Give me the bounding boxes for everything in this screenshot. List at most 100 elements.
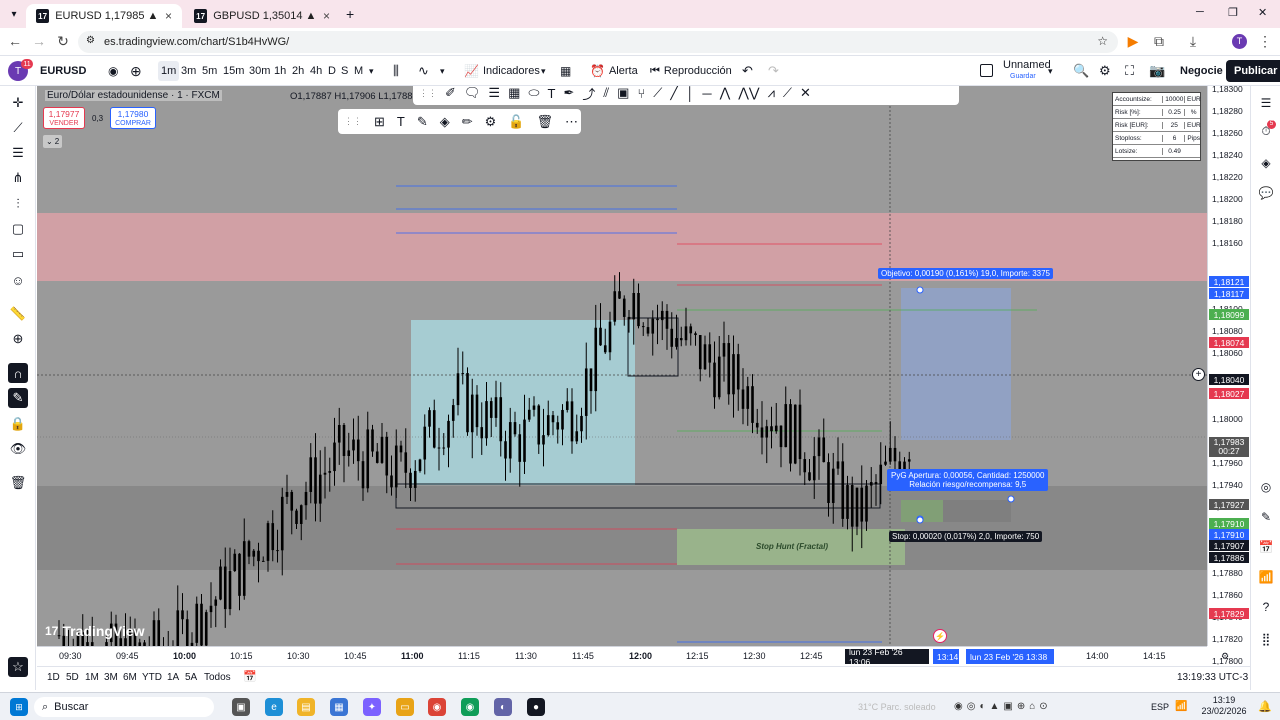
callout-icon[interactable]: 🗨 bbox=[464, 86, 481, 101]
price-tag[interactable]: 1,17910 bbox=[1209, 529, 1249, 540]
interval-m[interactable]: M bbox=[354, 56, 363, 86]
publish-button[interactable]: Publicar bbox=[1226, 60, 1280, 82]
taskbar-search[interactable]: ⌕ Buscar bbox=[34, 697, 214, 717]
file-explorer-icon[interactable]: ▤ bbox=[297, 698, 315, 716]
text-format-icon[interactable]: T bbox=[397, 114, 405, 129]
elliott-icon[interactable]: ⩘ bbox=[768, 86, 775, 101]
edge-browser-icon[interactable]: e bbox=[265, 698, 283, 716]
zigzag-icon[interactable]: ⋀ bbox=[720, 86, 731, 101]
line-tool-icon[interactable]: ∿ bbox=[418, 56, 429, 86]
watchlist-icon[interactable]: ☰ bbox=[1257, 94, 1275, 112]
clock-readout[interactable]: 13:19:33 UTC-3 bbox=[1177, 672, 1248, 683]
chrome-active-icon[interactable]: ◉ bbox=[461, 698, 479, 716]
price-tag[interactable]: 1,17886 bbox=[1209, 552, 1249, 563]
pnl-label[interactable]: PyG Apertura: 0,00056, Cantidad: 1250000… bbox=[887, 469, 1049, 491]
text-icon[interactable]: T bbox=[547, 86, 555, 101]
camera-snapshot-icon[interactable]: 📷 bbox=[1149, 56, 1165, 86]
magnet-icon[interactable]: ∩ bbox=[8, 363, 28, 383]
signal-icon[interactable]: 📶 bbox=[1257, 568, 1275, 586]
close-window-button[interactable]: ✕ bbox=[1258, 6, 1267, 19]
chart-pane[interactable]: Euro/Dólar estadounidense · 1 · FXCM O1,… bbox=[37, 86, 1207, 646]
pen-edit-icon[interactable]: ✎ bbox=[1257, 508, 1275, 526]
add-price-line-icon[interactable]: + bbox=[1192, 368, 1205, 381]
horizontal-lines-icon[interactable]: ☰ bbox=[8, 143, 28, 163]
chart-type-dropdown-icon[interactable]: ▾ bbox=[440, 56, 445, 86]
taskbar-clock[interactable]: 13:19 23/02/2026 bbox=[1200, 695, 1248, 717]
search-icon[interactable]: 🔍 bbox=[1073, 56, 1089, 86]
price-tag[interactable]: 1,18040 bbox=[1209, 374, 1249, 385]
delete-drawing-icon[interactable]: 🗑 bbox=[537, 114, 554, 130]
sell-button[interactable]: 1,17977 VENDER bbox=[43, 107, 85, 129]
wifi-icon[interactable]: 📶 bbox=[1175, 701, 1187, 712]
tab-menu-button[interactable]: ▾ bbox=[6, 6, 22, 22]
range-6m[interactable]: 6M bbox=[123, 672, 137, 683]
site-info-icon[interactable]: ⚙ bbox=[86, 35, 95, 46]
legend-title[interactable]: Euro/Dólar estadounidense · 1 · FXCM bbox=[45, 90, 222, 101]
fullscreen-icon[interactable]: ⛶ bbox=[1125, 56, 1134, 86]
brush-icon[interactable]: ✐ bbox=[445, 86, 456, 101]
tradingview-logo[interactable]: 17 TradingView bbox=[45, 623, 145, 639]
buy-button[interactable]: 1,17980 COMPRAR bbox=[110, 107, 156, 129]
curve-icon[interactable]: ⤴ bbox=[582, 86, 595, 103]
back-arrow-icon[interactable]: ← bbox=[6, 33, 24, 49]
range-1a[interactable]: 1A bbox=[167, 672, 179, 683]
channel-icon[interactable]: ⫽ bbox=[603, 86, 609, 101]
folder-icon[interactable]: ▭ bbox=[396, 698, 414, 716]
close-tab-icon[interactable]: × bbox=[323, 9, 330, 23]
settings-gear-icon[interactable]: ⚙ bbox=[1099, 56, 1111, 86]
templates-grid-icon[interactable]: ▦ bbox=[560, 56, 571, 86]
reload-icon[interactable]: ↻ bbox=[54, 33, 72, 50]
store-icon[interactable]: ▦ bbox=[330, 698, 348, 716]
box-icon[interactable]: ▣ bbox=[617, 86, 629, 101]
alert-button[interactable]: ⏰ Alerta bbox=[590, 56, 638, 86]
redo-icon[interactable]: ↷ bbox=[768, 56, 779, 86]
crosshair-icon[interactable]: ✛ bbox=[8, 93, 28, 113]
replay-button[interactable]: ⏮ Reproducción bbox=[650, 56, 732, 86]
extensions-icon[interactable]: ⧉ bbox=[1150, 33, 1168, 50]
interval-2h[interactable]: 2h bbox=[292, 56, 304, 86]
tradingview-app-icon[interactable]: ● bbox=[527, 698, 545, 716]
task-view-icon[interactable]: ▣ bbox=[232, 698, 250, 716]
settings-icon[interactable]: ⚙ bbox=[485, 114, 497, 130]
browser-tab-eurusd[interactable]: 17 EURUSD 1,17985 ▲ +0.18% Un × bbox=[26, 4, 182, 28]
range-1m[interactable]: 1M bbox=[85, 672, 99, 683]
vertical-line-icon[interactable]: │ bbox=[686, 86, 694, 101]
trend-line-icon[interactable]: ⟋ bbox=[8, 118, 28, 138]
candle-type-icon[interactable]: ⫼ bbox=[393, 56, 399, 86]
ruler-icon[interactable]: 📏 bbox=[8, 304, 28, 324]
target-label[interactable]: Objetivo: 0,00190 (0,161%) 19,0, Importe… bbox=[878, 268, 1053, 279]
price-tag[interactable]: 1,18117 bbox=[1209, 288, 1249, 299]
undo-icon[interactable]: ↶ bbox=[742, 56, 753, 86]
price-tag[interactable]: 1,17927 bbox=[1209, 499, 1249, 510]
shape-icon[interactable]: ⬭ bbox=[528, 86, 539, 101]
layers-icon[interactable]: ◈ bbox=[1257, 154, 1275, 172]
time-tag[interactable]: lun 23 Feb '26 13:38 bbox=[966, 649, 1054, 664]
close-tab-icon[interactable]: × bbox=[165, 9, 172, 23]
bookmark-star-icon[interactable]: ☆ bbox=[1097, 34, 1108, 48]
chat-icon[interactable]: 💬 bbox=[1257, 184, 1275, 202]
layout-checkbox[interactable] bbox=[980, 64, 993, 77]
price-tag[interactable]: 1,17829 bbox=[1209, 608, 1249, 619]
collapse-indicators-button[interactable]: ⌄ 2 bbox=[43, 135, 63, 148]
language-indicator[interactable]: ESP bbox=[1151, 702, 1169, 712]
fill-color-icon[interactable]: ◈ bbox=[440, 114, 450, 130]
browser-menu-icon[interactable]: ⋮ bbox=[1256, 33, 1274, 50]
line-color-icon[interactable]: ✎ bbox=[417, 114, 428, 130]
more-options-icon[interactable]: ⋯ bbox=[565, 114, 578, 130]
symbol-search[interactable]: EURUSD bbox=[40, 56, 106, 86]
rectangle-tool-icon[interactable]: ▢ bbox=[8, 219, 28, 239]
compare-symbol-icon[interactable]: ◉ bbox=[108, 56, 118, 86]
pen-icon[interactable]: ✒ bbox=[563, 86, 574, 101]
indicators-button[interactable]: 📈 Indicadores bbox=[464, 56, 540, 86]
media-play-icon[interactable]: ▶ bbox=[1124, 33, 1142, 50]
chrome-icon[interactable]: ◉ bbox=[428, 698, 446, 716]
replay-marker-icon[interactable]: ⚡ bbox=[933, 629, 947, 643]
drag-handle-icon[interactable]: ⋮⋮ bbox=[419, 88, 437, 99]
interval-1h[interactable]: 1h bbox=[274, 56, 286, 86]
interval-s[interactable]: S bbox=[341, 56, 348, 86]
help-icon[interactable]: ? bbox=[1257, 598, 1275, 616]
price-tag[interactable]: 1,17910 bbox=[1209, 518, 1249, 529]
maximize-button[interactable]: ❐ bbox=[1228, 6, 1238, 19]
profile-avatar[interactable]: T bbox=[1232, 34, 1247, 49]
price-axis[interactable]: 1,18300 1,18280 1,18260 1,18240 1,18220 1,182… bbox=[1207, 84, 1250, 666]
